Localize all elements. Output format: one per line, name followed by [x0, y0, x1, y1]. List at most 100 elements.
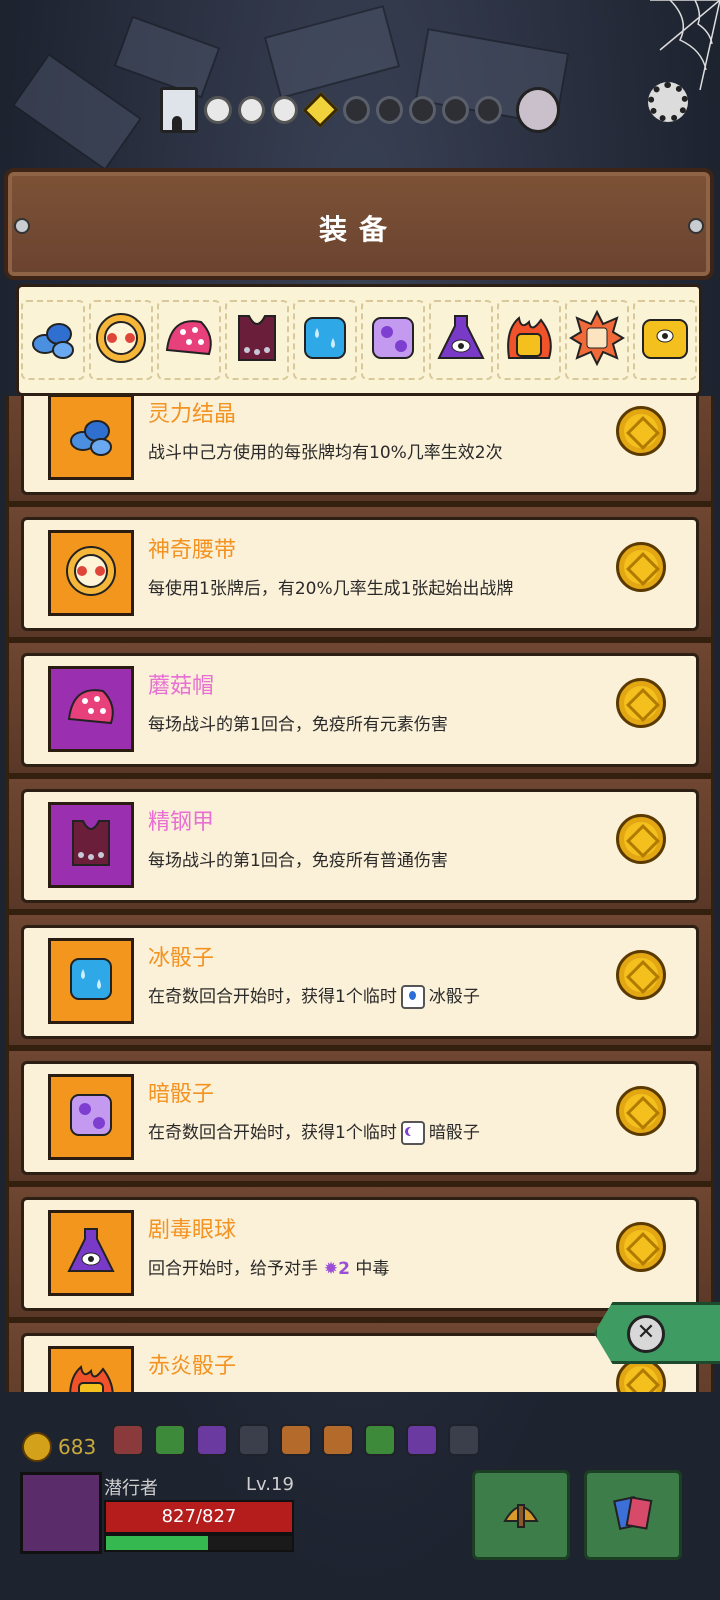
item-thumbnail	[48, 396, 134, 480]
relic-row	[112, 1424, 480, 1456]
gold-coin-icon[interactable]	[616, 678, 666, 728]
strip-slot[interactable]	[565, 300, 629, 380]
item-card[interactable]: 赤炎骰子	[21, 1333, 699, 1392]
gold-coin-icon[interactable]	[616, 406, 666, 456]
item-card[interactable]: 灵力结晶战斗中己方使用的每张牌均有10%几率生效2次	[21, 396, 699, 495]
fire-die-icon	[501, 310, 557, 370]
item-thumbnail	[48, 530, 134, 616]
strip-slot[interactable]	[89, 300, 153, 380]
item-name: 暗骰子	[148, 1082, 215, 1107]
relic-icon[interactable]	[364, 1424, 396, 1456]
coin-counter: 683	[22, 1432, 96, 1462]
item-row: 暗骰子 在奇数回合开始时，获得1个临时 暗骰子	[6, 1048, 714, 1184]
item-description-post: 暗骰子	[428, 1123, 480, 1143]
mushroom-hat-icon	[63, 679, 119, 739]
coin-count: 683	[58, 1435, 97, 1459]
strip-slot[interactable]	[225, 300, 289, 380]
relic-icon[interactable]	[112, 1424, 144, 1456]
item-card[interactable]: 剧毒眼球 回合开始时，给予对手 ✹2 中毒	[21, 1197, 699, 1311]
water-drop-icon	[400, 985, 425, 1009]
equipment-icon-strip	[16, 284, 702, 396]
poison-stack-value: 2	[338, 1259, 351, 1279]
item-card[interactable]: 暗骰子 在奇数回合开始时，获得1个临时 暗骰子	[21, 1061, 699, 1175]
poison-icon: ✹	[318, 1259, 339, 1279]
progress-dot	[474, 96, 502, 124]
item-description: 每场战斗的第1回合，免疫所有元素伤害	[148, 715, 448, 735]
relic-icon[interactable]	[406, 1424, 438, 1456]
relic-icon[interactable]	[196, 1424, 228, 1456]
item-description-pre: 回合开始时，给予对手	[148, 1259, 318, 1279]
xp-fill	[106, 1536, 209, 1550]
item-row: 灵力结晶战斗中己方使用的每张牌均有10%几率生效2次	[6, 396, 714, 504]
progress-dot	[408, 96, 436, 124]
player-avatar[interactable]	[20, 1472, 102, 1554]
cobweb-icon	[650, 0, 720, 90]
item-row: 神奇腰带 每使用1张牌后，有20%几率生成1张起始出战牌	[6, 504, 714, 640]
strip-slot[interactable]	[293, 300, 357, 380]
dark-die-icon	[365, 310, 421, 370]
relic-icon[interactable]	[238, 1424, 270, 1456]
item-name: 蘑菇帽	[148, 674, 215, 699]
item-row: 剧毒眼球 回合开始时，给予对手 ✹2 中毒	[6, 1184, 714, 1320]
steel-armor-icon	[63, 815, 119, 875]
item-thumbnail	[48, 1074, 134, 1160]
item-description-post: 冰骰子	[428, 987, 480, 1007]
relic-icon[interactable]	[448, 1424, 480, 1456]
equipment-button[interactable]	[472, 1470, 570, 1560]
item-card[interactable]: 神奇腰带 每使用1张牌后，有20%几率生成1张起始出战牌	[21, 517, 699, 631]
tower-icon	[160, 87, 199, 133]
crystal-icon	[63, 407, 119, 467]
item-description: 战斗中己方使用的每张牌均有10%几率生效2次	[148, 443, 503, 463]
player-level: Lv.19	[246, 1474, 294, 1495]
floor-progress	[160, 87, 560, 133]
modal-title: 装备	[318, 213, 399, 246]
strip-slot[interactable]	[429, 300, 493, 380]
gold-coin-icon[interactable]	[616, 1222, 666, 1272]
coin-icon	[22, 1432, 52, 1462]
progress-dot	[375, 96, 403, 124]
gold-die-icon	[637, 310, 693, 370]
strip-slot[interactable]	[157, 300, 221, 380]
item-name: 灵力结晶	[148, 402, 237, 427]
item-card[interactable]: 冰骰子 在奇数回合开始时，获得1个临时 冰骰子	[21, 925, 699, 1039]
item-thumbnail	[48, 802, 134, 888]
gold-coin-icon[interactable]	[616, 950, 666, 1000]
item-description: 每场战斗的第1回合，免疫所有普通伤害	[148, 851, 448, 871]
cards-icon	[613, 1496, 653, 1530]
item-name: 赤炎骰子	[148, 1354, 237, 1379]
gold-coin-icon[interactable]	[616, 1086, 666, 1136]
gold-coin-icon[interactable]	[616, 814, 666, 864]
hp-bar: 827/827	[104, 1500, 294, 1534]
player-name: 潜行者	[104, 1478, 158, 1499]
xp-bar	[104, 1534, 294, 1552]
item-card[interactable]: 蘑菇帽每场战斗的第1回合，免疫所有元素伤害	[21, 653, 699, 767]
strip-slot[interactable]	[633, 300, 697, 380]
mushroom-hat-icon	[161, 310, 217, 370]
deck-button[interactable]	[584, 1470, 682, 1560]
progress-dot	[441, 96, 469, 124]
poison-eye-icon	[63, 1223, 119, 1283]
equipment-list[interactable]: 灵力结晶战斗中己方使用的每张牌均有10%几率生效2次神奇腰带 每使用1张牌后，有2…	[6, 396, 714, 1392]
crystal-icon	[25, 310, 81, 370]
equipment-modal-header: 装备	[4, 168, 714, 280]
ice-die-icon	[63, 951, 119, 1011]
item-description: 在奇数回合开始时，获得1个临时 暗骰子	[148, 1118, 480, 1145]
current-floor-marker	[302, 91, 339, 129]
relic-icon[interactable]	[280, 1424, 312, 1456]
progress-dot	[237, 96, 265, 124]
item-thumbnail	[48, 666, 134, 752]
item-name: 神奇腰带	[148, 538, 237, 563]
close-tab[interactable]: ✕	[594, 1302, 720, 1364]
strip-slot[interactable]	[361, 300, 425, 380]
relic-icon[interactable]	[322, 1424, 354, 1456]
gold-coin-icon[interactable]	[616, 542, 666, 592]
close-icon[interactable]: ✕	[627, 1315, 665, 1353]
boss-skull-icon	[515, 87, 560, 133]
item-card[interactable]: 精钢甲 每场战斗的第1回合，免疫所有普通伤害	[21, 789, 699, 903]
settings-gear-icon[interactable]	[648, 82, 688, 122]
item-thumbnail	[48, 938, 134, 1024]
strip-slot[interactable]	[497, 300, 561, 380]
strip-slot[interactable]	[21, 300, 85, 380]
relic-icon[interactable]	[154, 1424, 186, 1456]
item-description: 在奇数回合开始时，获得1个临时 冰骰子	[148, 982, 480, 1009]
